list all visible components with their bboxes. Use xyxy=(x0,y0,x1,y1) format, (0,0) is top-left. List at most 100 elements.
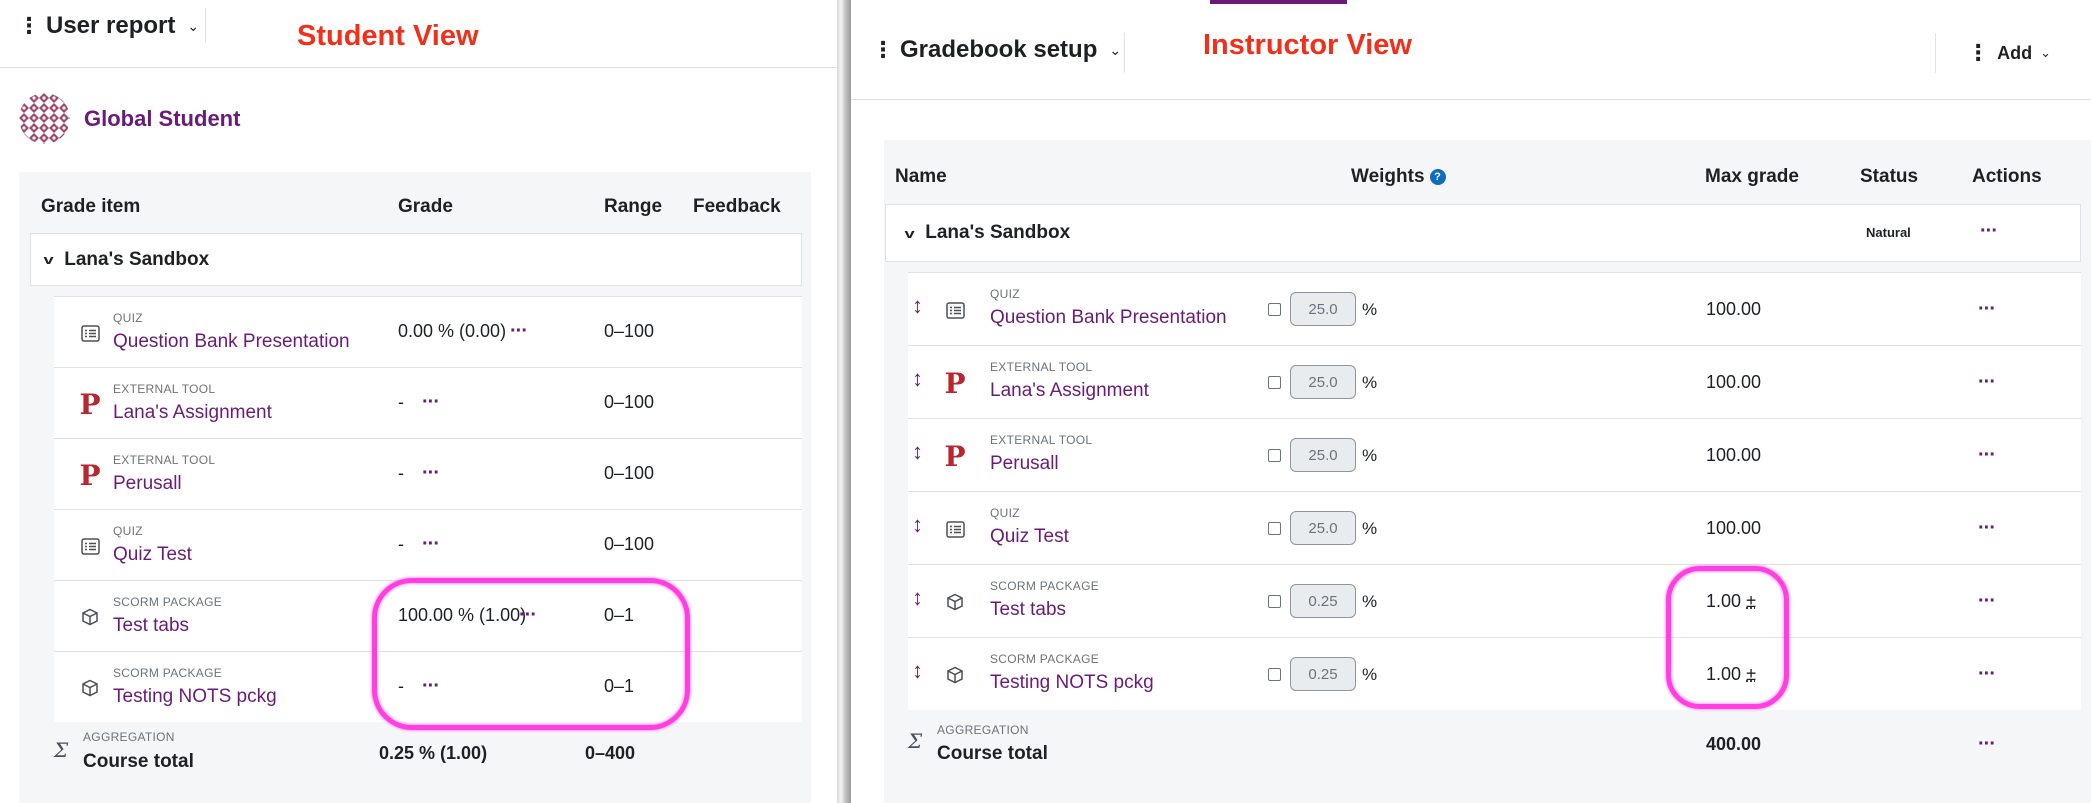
student-name-link[interactable]: Global Student xyxy=(84,106,240,132)
weight-override-checkbox[interactable] xyxy=(1268,449,1281,462)
drag-handle-icon[interactable]: ↕ xyxy=(912,658,923,684)
chevron-down-icon: ⌄ xyxy=(2040,45,2051,60)
item-type-label: QUIZ xyxy=(113,524,143,538)
weight-override-checkbox[interactable] xyxy=(1268,376,1281,389)
course-total-range: 0–400 xyxy=(585,743,636,763)
grade-item-link[interactable]: Lana's Assignment xyxy=(113,402,272,424)
weight-input[interactable]: 25.0 xyxy=(1290,365,1356,399)
quiz-icon xyxy=(944,299,966,321)
weight-override-checkbox[interactable] xyxy=(1268,522,1281,535)
grade-item-link[interactable]: Testing NOTS pckg xyxy=(113,686,277,708)
chevron-down-icon: ⌄ xyxy=(187,17,200,34)
grade-item-link[interactable]: Test tabs xyxy=(990,599,1066,621)
header-divider xyxy=(1935,33,1936,73)
category-row: v Lana's Sandbox xyxy=(30,233,802,286)
item-type-label: EXTERNAL TOOL xyxy=(113,382,216,396)
kebab-menu-icon: ⋮ xyxy=(872,37,894,62)
grade-item-link[interactable]: Perusall xyxy=(990,453,1059,475)
avatar[interactable] xyxy=(19,93,70,144)
grade-item-link[interactable]: Testing NOTS pckg xyxy=(990,672,1154,694)
grade-item-link[interactable]: Quiz Test xyxy=(990,526,1069,548)
table-row: SCORM PACKAGE Testing NOTS pckg - ··· 0–1 xyxy=(54,651,802,722)
grade-actions-menu[interactable]: ··· xyxy=(422,463,440,483)
max-grade-value: 100.00 xyxy=(1706,445,1761,466)
grade-item-link[interactable]: Question Bank Presentation xyxy=(113,331,350,353)
drag-handle-icon[interactable]: ↕ xyxy=(912,293,923,319)
course-total-max: 400.00 xyxy=(1706,734,1762,754)
max-grade-value: 100.00 xyxy=(1706,518,1761,539)
weight-override-checkbox[interactable] xyxy=(1268,595,1281,608)
max-grade-number: 100.00 xyxy=(1706,372,1762,392)
drag-handle-icon[interactable]: ↕ xyxy=(912,366,923,392)
weight-input[interactable]: 0.25 xyxy=(1290,584,1356,618)
grade-item-link[interactable]: Test tabs xyxy=(113,615,189,637)
kebab-menu-icon: ⋮ xyxy=(18,13,40,38)
item-actions-menu[interactable]: ··· xyxy=(1978,445,1996,465)
item-actions-menu[interactable]: ··· xyxy=(1978,664,1996,684)
weight-input[interactable]: 25.0 xyxy=(1290,511,1356,545)
weight-override-checkbox[interactable] xyxy=(1268,303,1281,316)
chevron-down-icon[interactable]: v xyxy=(44,252,54,267)
item-type-label: SCORM PACKAGE xyxy=(990,652,1100,666)
range-value: 0–100 xyxy=(604,392,655,412)
grade-actions-menu[interactable]: ··· xyxy=(422,676,440,696)
grade-item-link[interactable]: Quiz Test xyxy=(113,544,192,566)
category-status: Natural xyxy=(1866,225,1911,240)
add-button[interactable]: ⋮ Add ⌄ xyxy=(1967,42,2051,64)
item-type-label: SCORM PACKAGE xyxy=(113,595,223,609)
item-actions-menu[interactable]: ··· xyxy=(1978,518,1996,538)
grade-actions-menu[interactable]: ··· xyxy=(510,321,528,341)
course-total-grade: 0.25 % (1.00) xyxy=(379,743,488,763)
grade-item-link[interactable]: Perusall xyxy=(113,473,182,495)
drag-handle-icon[interactable]: ↕ xyxy=(912,439,923,465)
gradebook-title: Gradebook setup xyxy=(900,36,1098,63)
plus-minus-icon[interactable]: ± xyxy=(1746,591,1756,611)
user-report-table: Grade item Grade Range Feedback v Lana's… xyxy=(19,172,811,803)
max-grade-value: 1.00 ± xyxy=(1706,664,1756,685)
grade-item-link[interactable]: Question Bank Presentation xyxy=(990,307,1227,329)
item-actions-menu[interactable]: ··· xyxy=(1978,591,1996,611)
table-row: ↕ QUIZ Quiz Test 25.0% 100.00 ··· xyxy=(908,491,2081,564)
item-type-label: EXTERNAL TOOL xyxy=(990,433,1093,447)
drag-handle-icon[interactable]: ↕ xyxy=(912,512,923,538)
course-total-actions-menu[interactable]: ··· xyxy=(1978,734,1996,754)
weight-input[interactable]: 25.0 xyxy=(1290,438,1356,472)
grade-actions-menu[interactable]: ··· xyxy=(422,392,440,412)
split-divider xyxy=(837,0,851,803)
col-status: Status xyxy=(1860,166,1919,187)
weight-input[interactable]: 25.0 xyxy=(1290,292,1356,326)
range-value: 0–100 xyxy=(604,463,655,483)
course-total-label: Course total xyxy=(83,751,194,772)
grade-value: - xyxy=(398,534,404,554)
weight-input[interactable]: 0.25 xyxy=(1290,657,1356,691)
grade-actions-menu[interactable]: ··· xyxy=(519,605,537,625)
header-divider xyxy=(1124,33,1125,73)
category-row: v Lana's Sandbox Natural ··· xyxy=(885,204,2081,262)
table-row: P EXTERNAL TOOL Perusall - ··· 0–100 xyxy=(54,438,802,509)
add-label: Add xyxy=(1997,42,2033,63)
max-grade-number: 100.00 xyxy=(1706,445,1762,465)
weight-override-checkbox[interactable] xyxy=(1268,668,1281,681)
item-actions-menu[interactable]: ··· xyxy=(1978,299,1996,319)
table-row: QUIZ Question Bank Presentation 0.00 % (0.… xyxy=(54,296,802,367)
report-selector[interactable]: ⋮ User report ⌄ xyxy=(18,12,199,40)
grade-actions-menu[interactable]: ··· xyxy=(422,534,440,554)
table-row: ↕ P EXTERNAL TOOL Lana's Assignment 25.0% 100… xyxy=(908,345,2081,418)
table-row: ↕ P EXTERNAL TOOL Perusall 25.0% 100.00 ··· xyxy=(908,418,2081,491)
gradebook-setup-table: Name Weights? Max grade Status Actions v… xyxy=(884,140,2091,803)
help-icon[interactable]: ? xyxy=(1429,169,1446,185)
plus-minus-icon[interactable]: ± xyxy=(1746,664,1756,684)
col-range: Range xyxy=(604,196,663,217)
col-actions: Actions xyxy=(1972,166,2042,187)
table-row: ↕ QUIZ Question Bank Presentation 25.0% 100.… xyxy=(908,272,2081,345)
chevron-down-icon[interactable]: v xyxy=(905,226,915,241)
percent-sign: % xyxy=(1362,300,1378,319)
scorm-package-icon xyxy=(79,677,101,699)
grade-item-link[interactable]: Lana's Assignment xyxy=(990,380,1149,402)
category-actions-menu[interactable]: ··· xyxy=(1980,221,1998,241)
item-actions-menu[interactable]: ··· xyxy=(1978,372,1996,392)
table-row: SCORM PACKAGE Test tabs 100.00 % (1.00) ···… xyxy=(54,580,802,651)
table-row: QUIZ Quiz Test - ··· 0–100 xyxy=(54,509,802,580)
gradebook-selector[interactable]: ⋮ Gradebook setup ⌄ xyxy=(872,36,1121,64)
drag-handle-icon[interactable]: ↕ xyxy=(912,585,923,611)
